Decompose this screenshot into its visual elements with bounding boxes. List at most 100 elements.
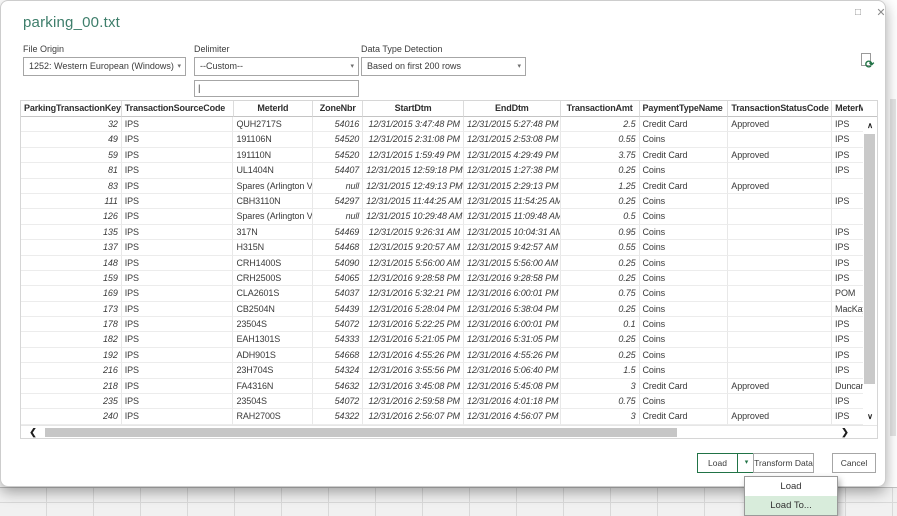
close-icon[interactable]: ✕: [873, 5, 889, 21]
table-row: 192IPSADH901S5466812/31/2016 4:55:26 PM1…: [21, 348, 863, 363]
delimiter-select[interactable]: --Custom-- ▾: [194, 57, 359, 76]
cell: 12/31/2016 5:45:08 PM: [464, 379, 561, 394]
cell: CRH1400S: [233, 256, 313, 271]
cell: 235: [21, 394, 122, 409]
column-header-transactionamt[interactable]: TransactionAmt: [561, 101, 640, 117]
cell: IPS: [832, 240, 863, 255]
scroll-up-icon[interactable]: ∧: [863, 119, 877, 132]
cell: [728, 302, 832, 317]
table-row: 159IPSCRH2500S5406512/31/2016 9:28:58 PM…: [21, 271, 863, 286]
cell: 54668: [313, 348, 363, 363]
vertical-scrollbar[interactable]: ∧ ∨: [863, 117, 877, 425]
load-button[interactable]: Load: [698, 454, 737, 472]
column-header-enddtm[interactable]: EndDtm: [464, 101, 561, 117]
data-type-detection-select[interactable]: Based on first 200 rows ▾: [361, 57, 526, 76]
cell: POM: [832, 286, 863, 301]
cell: IPS: [122, 286, 234, 301]
cell: Coins: [640, 225, 729, 240]
cell: 159: [21, 271, 122, 286]
table-row: 135IPS317N5446912/31/2015 9:26:31 AM12/3…: [21, 225, 863, 240]
menu-item-load[interactable]: Load: [745, 477, 837, 496]
cell: 12/31/2016 5:22:25 PM: [363, 317, 464, 332]
cell: 54037: [313, 286, 363, 301]
vertical-scrollbar-thumb[interactable]: [864, 134, 875, 384]
cell: 0.55: [561, 132, 640, 147]
cell: 12/31/2016 9:28:58 PM: [464, 271, 561, 286]
cell: 54520: [313, 132, 363, 147]
worksheet-scrollbar[interactable]: [890, 99, 896, 436]
cell: [728, 256, 832, 271]
scroll-right-icon[interactable]: ❯: [839, 426, 851, 439]
custom-delimiter-input[interactable]: |: [194, 80, 359, 97]
column-header-transactionsourcecode[interactable]: TransactionSourceCode: [122, 101, 234, 117]
cell: 12/31/2015 9:20:57 AM: [363, 240, 464, 255]
cell: IPS: [832, 271, 863, 286]
cell: Credit Card: [640, 117, 729, 132]
horizontal-scrollbar[interactable]: ❮ ❯: [21, 425, 877, 438]
menu-item-load-to[interactable]: Load To...: [745, 496, 837, 515]
cell: 0.25: [561, 348, 640, 363]
column-header-metermake[interactable]: MeterMake: [832, 101, 863, 117]
cell: Approved: [728, 409, 832, 424]
cell: Coins: [640, 317, 729, 332]
cell: Approved: [728, 148, 832, 163]
cell: 12/31/2016 2:59:58 PM: [363, 394, 464, 409]
cell: IPS: [122, 332, 234, 347]
cell: Coins: [640, 348, 729, 363]
cell: IPS: [122, 348, 234, 363]
column-header-parkingtransactionkey[interactable]: ParkingTransactionKey: [21, 101, 122, 117]
refresh-preview-button[interactable]: ⟳: [861, 53, 877, 72]
load-dropdown-menu: LoadLoad To...: [744, 476, 838, 516]
cell: 54016: [313, 117, 363, 132]
column-header-paymenttypename[interactable]: PaymentTypeName: [640, 101, 729, 117]
maximize-icon[interactable]: □: [850, 5, 866, 21]
refresh-icon: ⟳: [865, 58, 874, 71]
table-row: 111IPSCBH3110N5429712/31/2015 11:44:25 A…: [21, 194, 863, 209]
cell: [728, 225, 832, 240]
cell: H315N: [233, 240, 313, 255]
cell: [728, 209, 832, 224]
table-row: 169IPSCLA2601S5403712/31/2016 5:32:21 PM…: [21, 286, 863, 301]
cell: 12/31/2016 5:31:05 PM: [464, 332, 561, 347]
scroll-left-icon[interactable]: ❮: [27, 426, 39, 439]
table-row: 59IPS191110N5452012/31/2015 1:59:49 PM12…: [21, 148, 863, 163]
column-header-zonenbr[interactable]: ZoneNbr: [313, 101, 363, 117]
cell: 12/31/2015 2:31:08 PM: [363, 132, 464, 147]
chevron-down-icon: ▾: [177, 58, 181, 75]
cell: CLA2601S: [233, 286, 313, 301]
table-row: 173IPSCB2504N5443912/31/2016 5:28:04 PM1…: [21, 302, 863, 317]
cell: 191110N: [233, 148, 313, 163]
text-import-dialog: □ ✕ parking_00.txt File Origin Delimiter…: [0, 0, 886, 487]
horizontal-scrollbar-thumb[interactable]: [45, 428, 677, 437]
cell: 83: [21, 179, 122, 194]
file-origin-select[interactable]: 1252: Western European (Windows) ▾: [23, 57, 186, 76]
column-header-meterid[interactable]: MeterId: [234, 101, 314, 117]
cell: Coins: [640, 363, 729, 378]
cell: [728, 163, 832, 178]
cancel-button[interactable]: Cancel: [832, 453, 876, 473]
data-type-detection-label: Data Type Detection: [361, 44, 442, 54]
cell: Coins: [640, 240, 729, 255]
cell: 178: [21, 317, 122, 332]
cell: 54297: [313, 194, 363, 209]
cell: IPS: [832, 163, 863, 178]
column-header-startdtm[interactable]: StartDtm: [363, 101, 464, 117]
load-split-button[interactable]: Load ▾: [697, 453, 756, 473]
cell: Coins: [640, 332, 729, 347]
column-header-transactionstatuscode[interactable]: TransactionStatusCode: [728, 101, 832, 117]
cell: 0.25: [561, 271, 640, 286]
transform-data-button[interactable]: Transform Data: [753, 453, 814, 473]
cell: [728, 240, 832, 255]
cell: MacKay: [832, 302, 863, 317]
cell: CB2504N: [233, 302, 313, 317]
cell: 54632: [313, 379, 363, 394]
cell: Coins: [640, 256, 729, 271]
cell: 23504S: [233, 394, 313, 409]
table-row: 178IPS23504S5407212/31/2016 5:22:25 PM12…: [21, 317, 863, 332]
cell: Credit Card: [640, 409, 729, 424]
cell: 54072: [313, 394, 363, 409]
scroll-down-icon[interactable]: ∨: [863, 410, 877, 423]
cell: 12/31/2016 2:56:07 PM: [363, 409, 464, 424]
cell: 240: [21, 409, 122, 424]
cell: 12/31/2015 9:42:57 AM: [464, 240, 561, 255]
